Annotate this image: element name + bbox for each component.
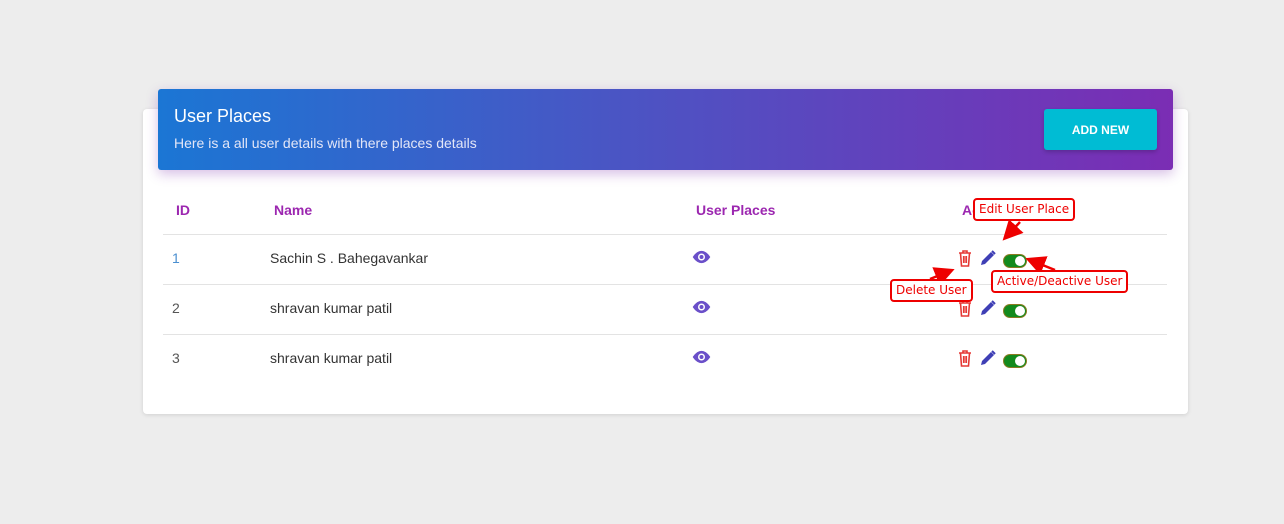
- delete-arrow: [929, 267, 955, 286]
- annotation-edit-user-place: Edit User Place: [973, 198, 1076, 221]
- annotation-active-deactive-user: Active/Deactive User: [991, 270, 1129, 293]
- annotation-delete-user: Delete User: [890, 279, 973, 302]
- edit-arrow: [1002, 219, 1024, 241]
- annotation-arrows: [929, 219, 1056, 286]
- toggle-arrow: [1025, 256, 1056, 275]
